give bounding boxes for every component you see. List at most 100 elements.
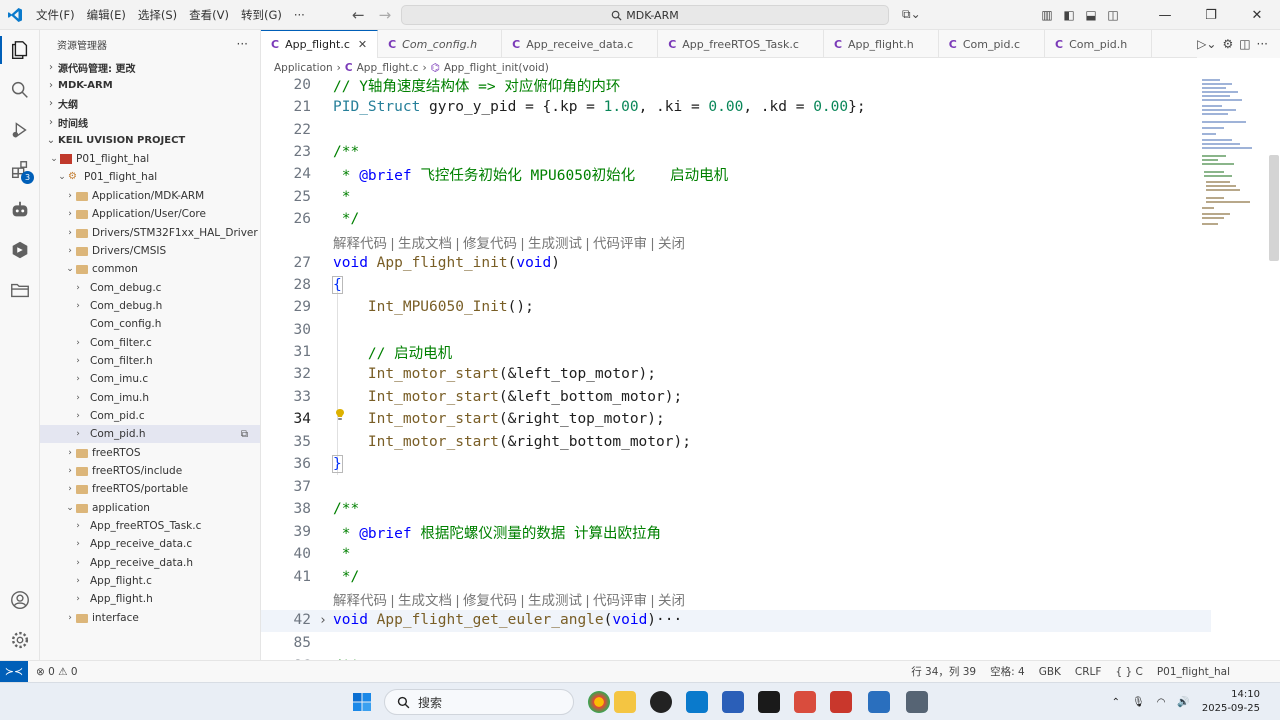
- close-window-icon[interactable]: ✕: [1234, 8, 1280, 23]
- folder-icon[interactable]: [0, 270, 40, 310]
- sidebar-section[interactable]: › 时间线: [40, 113, 260, 131]
- run-debug-icon[interactable]: [0, 110, 40, 150]
- code-line[interactable]: 42 › void App_flight_get_euler_angle(void)…: [261, 609, 1261, 632]
- code-line[interactable]: 37: [261, 476, 1261, 499]
- sidebar-section[interactable]: ⌄ KEIL UVISION PROJECT: [40, 132, 260, 150]
- remote-indicator[interactable]: ≻≺: [0, 660, 28, 683]
- code-line[interactable]: 27 void App_flight_init(void): [261, 252, 1261, 275]
- sidebar-section[interactable]: › 源代码管理: 更改: [40, 58, 260, 76]
- end-of-line[interactable]: CRLF: [1075, 666, 1102, 678]
- encoding[interactable]: GBK: [1039, 666, 1061, 678]
- open-to-side-icon[interactable]: ⧉: [241, 429, 248, 440]
- back-arrow-icon[interactable]: ←: [352, 6, 365, 24]
- code-line[interactable]: 30: [261, 319, 1261, 342]
- tree-folder-item[interactable]: › Drivers/STM32F1xx_HAL_Driver: [40, 223, 260, 241]
- volume-icon[interactable]: 🔊: [1177, 697, 1189, 708]
- app-icon[interactable]: [758, 691, 780, 713]
- menu-item[interactable]: 查看(V): [183, 0, 235, 30]
- tree-folder-item[interactable]: › interface: [40, 609, 260, 627]
- copilot-chat-icon[interactable]: [0, 190, 40, 230]
- tree-file-item[interactable]: › Com_filter.c: [40, 333, 260, 351]
- forward-arrow-icon[interactable]: →: [379, 6, 392, 24]
- tree-folder-item[interactable]: ⌄ common: [40, 260, 260, 278]
- menu-item[interactable]: 编辑(E): [81, 0, 132, 30]
- code-line[interactable]: 31 // 启动电机: [261, 341, 1261, 364]
- tree-folder-item[interactable]: › freeRTOS/portable: [40, 480, 260, 498]
- breadcrumb-symbol[interactable]: App_flight_init(void): [444, 62, 549, 74]
- tree-file-item[interactable]: › Com_debug.h: [40, 297, 260, 315]
- indentation[interactable]: 空格: 4: [990, 664, 1025, 679]
- code-line[interactable]: 85: [261, 632, 1261, 655]
- file-explorer-icon[interactable]: [614, 691, 636, 713]
- vscode-taskbar-icon[interactable]: [686, 691, 708, 713]
- more-actions-icon[interactable]: ···: [237, 37, 248, 51]
- clock[interactable]: 14:10 2025-09-25: [1202, 688, 1260, 716]
- tree-file-item[interactable]: › Com_debug.c: [40, 278, 260, 296]
- editor-tab[interactable]: C Com_config.h: [378, 30, 503, 58]
- project-indicator[interactable]: P01_flight_hal: [1157, 666, 1230, 678]
- tree-file-item[interactable]: › App_flight.h: [40, 590, 260, 608]
- explorer-icon[interactable]: [0, 30, 40, 70]
- restore-icon[interactable]: ❐: [1188, 8, 1234, 23]
- tree-file-item[interactable]: › Com_pid.h ⧉: [40, 425, 260, 444]
- minimize-icon[interactable]: —: [1142, 8, 1188, 23]
- fold-chevron-icon[interactable]: ›: [319, 613, 327, 628]
- menu-item[interactable]: ···: [288, 0, 311, 30]
- code-line[interactable]: 38 /**: [261, 498, 1261, 521]
- command-center[interactable]: MDK-ARM: [401, 5, 889, 25]
- chevron-up-icon[interactable]: ⌃: [1112, 697, 1120, 708]
- tree-folder-item[interactable]: › Application/MDK-ARM: [40, 187, 260, 205]
- taskbar-search[interactable]: 搜索: [384, 689, 574, 715]
- toggle-panel-icon[interactable]: ⬓: [1080, 8, 1102, 22]
- editor-tab[interactable]: C Com_pid.h: [1045, 30, 1153, 58]
- codelens-label[interactable]: 解释代码 | 生成文档 | 修复代码 | 生成测试 | 代码评审 | 关闭: [333, 232, 685, 252]
- tree-folder-item[interactable]: › Application/User/Core: [40, 205, 260, 223]
- account-icon[interactable]: [0, 580, 40, 620]
- code-line[interactable]: 22: [261, 119, 1261, 142]
- code-line[interactable]: 28 {: [261, 274, 1261, 297]
- tree-folder-item[interactable]: ⌄ ⚙ P01_flight_hal: [40, 168, 260, 186]
- tree-file-item[interactable]: › App_receive_data.h: [40, 554, 260, 572]
- wifi-icon[interactable]: ◠: [1157, 697, 1166, 708]
- toggle-secondary-sidebar-icon[interactable]: ◫: [1102, 8, 1124, 22]
- editor-tab[interactable]: C Com_pid.c: [939, 30, 1046, 58]
- code-line[interactable]: 23 /**: [261, 141, 1261, 164]
- app-icon[interactable]: [794, 691, 816, 713]
- problems-indicator[interactable]: ⊗ 0 ⚠ 0: [36, 666, 78, 678]
- copilot-icon[interactable]: ⧉⌄: [902, 7, 921, 22]
- code-line[interactable]: 24 * @brief 飞控任务初始化 MPU6050初始化 启动电机: [261, 163, 1261, 186]
- menu-item[interactable]: 选择(S): [132, 0, 183, 30]
- code-line[interactable]: 25 *: [261, 186, 1261, 209]
- code-line[interactable]: 26 */: [261, 208, 1261, 231]
- tree-file-item[interactable]: › Com_filter.h: [40, 352, 260, 370]
- tree-file-item[interactable]: › App_receive_data.c: [40, 535, 260, 553]
- app-icon[interactable]: [868, 691, 890, 713]
- github-icon[interactable]: [650, 691, 672, 713]
- search-icon[interactable]: [0, 70, 40, 110]
- tree-folder-item[interactable]: ⌄ application: [40, 498, 260, 516]
- code-line[interactable]: 29 Int_MPU6050_Init();: [261, 296, 1261, 319]
- extensions-icon[interactable]: 3: [0, 150, 40, 190]
- code-line[interactable]: 41 */: [261, 566, 1261, 589]
- keil-extension-icon[interactable]: [0, 230, 40, 270]
- close-icon[interactable]: ✕: [358, 38, 367, 51]
- codelens-actions[interactable]: 解释代码 | 生成文档 | 修复代码 | 生成测试 | 代码评审 | 关闭: [261, 588, 1261, 611]
- codelens-actions[interactable]: 解释代码 | 生成文档 | 修复代码 | 生成测试 | 代码评审 | 关闭: [261, 231, 1261, 254]
- cursor-position[interactable]: 行 34，列 39: [911, 664, 976, 679]
- gear-icon[interactable]: [0, 620, 40, 660]
- more-actions-icon[interactable]: ···: [1257, 37, 1268, 51]
- tree-folder-item[interactable]: › freeRTOS/include: [40, 462, 260, 480]
- gear-icon[interactable]: ⚙: [1222, 37, 1233, 51]
- sidebar-section[interactable]: › 大纲: [40, 95, 260, 113]
- editor-tab[interactable]: C App_receive_data.c: [502, 30, 659, 58]
- chrome-icon[interactable]: [588, 691, 610, 713]
- code-line[interactable]: 33 Int_motor_start(&left_bottom_motor);: [261, 386, 1261, 409]
- menu-item[interactable]: 文件(F): [30, 0, 81, 30]
- editor-tab[interactable]: C App_flight.c ✕: [261, 30, 379, 58]
- code-line[interactable]: 40 *: [261, 543, 1261, 566]
- tree-folder-item[interactable]: › Drivers/CMSIS: [40, 242, 260, 260]
- language-mode[interactable]: { } C: [1115, 666, 1142, 678]
- app-icon[interactable]: [830, 691, 852, 713]
- code-editor[interactable]: 20 // Y轴角速度结构体 => 对应俯仰角的内环 21 PID_Struct gy…: [261, 77, 1280, 660]
- tree-file-item[interactable]: › Com_imu.c: [40, 370, 260, 388]
